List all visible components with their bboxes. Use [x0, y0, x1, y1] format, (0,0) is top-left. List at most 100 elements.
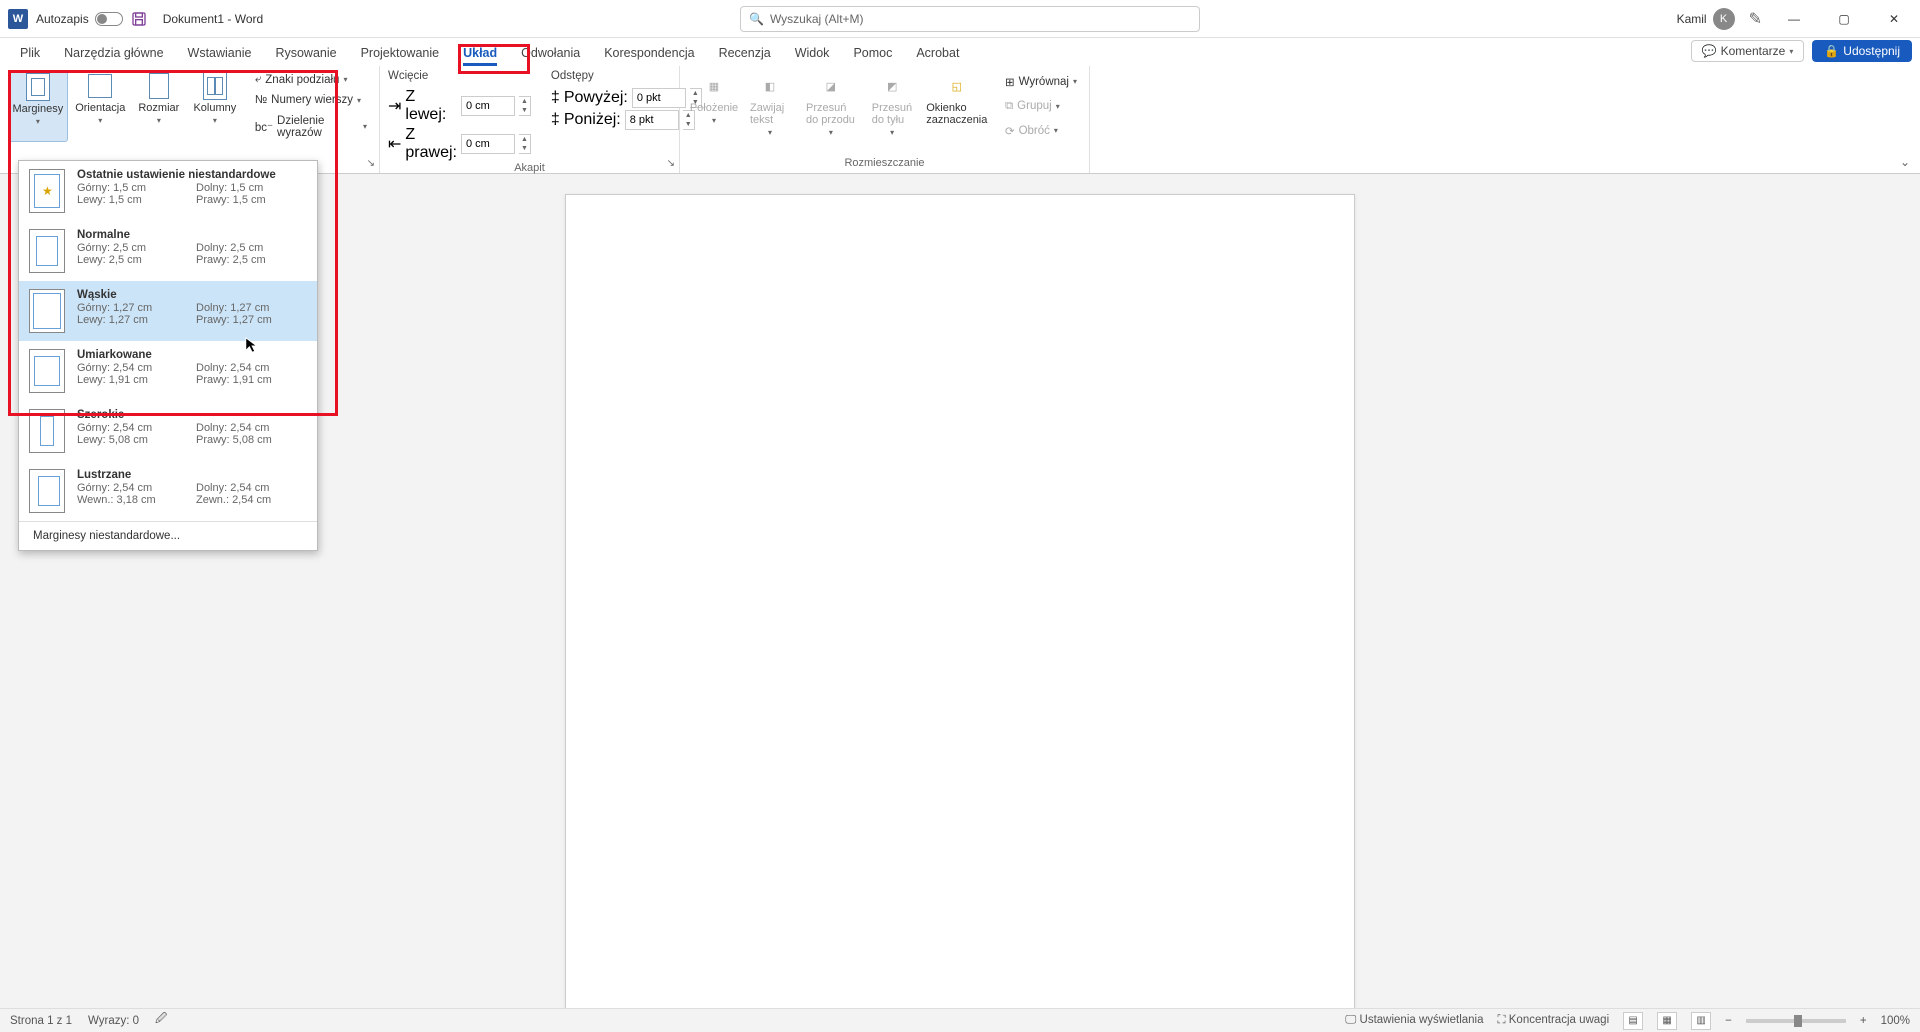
- group-arrange: ▦Położenie▾ ◧Zawijaj tekst▾ ◪Przesuń do …: [680, 66, 1090, 173]
- indent-right[interactable]: ⇤ Z prawej: ▲▼: [388, 126, 531, 162]
- zoom-slider[interactable]: [1746, 1019, 1846, 1023]
- save-icon[interactable]: [131, 11, 147, 27]
- autosave-label: Autozapis: [36, 12, 89, 26]
- margin-preset-icon: ★: [29, 169, 65, 213]
- rotate-button: ⟳ Obróć▾: [1001, 123, 1081, 139]
- group-icon: ⧉: [1005, 100, 1013, 113]
- margins-option-0[interactable]: ★Ostatnie ustawienie niestandardoweGórny…: [19, 161, 317, 221]
- custom-margins-option[interactable]: Marginesy niestandardowe...: [19, 521, 317, 550]
- tab-view[interactable]: Widok: [783, 42, 842, 66]
- breaks-button[interactable]: ⤶ Znaki podziału ▾: [251, 72, 371, 87]
- view-web-button[interactable]: ▥: [1691, 1012, 1711, 1030]
- tab-review[interactable]: Recenzja: [707, 42, 783, 66]
- spacing-before-icon: ‡: [551, 89, 560, 107]
- margins-option-3[interactable]: UmiarkowaneGórny: 2,54 cmDolny: 2,54 cmL…: [19, 341, 317, 401]
- margin-preset-title: Umiarkowane: [77, 349, 307, 361]
- ribbon: Marginesy ▾ Orientacja ▾ Rozmiar ▾ Kolum…: [0, 66, 1920, 174]
- indent-left-icon: ⇥: [388, 96, 401, 116]
- hyphenation-icon: bc⁻: [255, 120, 273, 134]
- ribbon-collapse-button[interactable]: ⌄: [1900, 155, 1910, 169]
- search-placeholder: Wyszukaj (Alt+M): [770, 12, 864, 26]
- document-title: Dokument1 - Word: [163, 12, 263, 26]
- tab-draw[interactable]: Rysowanie: [263, 42, 348, 66]
- tab-layout[interactable]: Układ: [451, 42, 509, 66]
- status-words[interactable]: Wyrazy: 0: [88, 1015, 139, 1027]
- selection-pane-button[interactable]: ◱Okienko zaznaczenia: [923, 70, 991, 142]
- margin-preset-icon: [29, 349, 65, 393]
- indent-left-input[interactable]: [461, 96, 515, 116]
- align-button[interactable]: ⊞ Wyrównaj▾: [1001, 74, 1081, 90]
- tab-references[interactable]: Odwołania: [509, 42, 592, 66]
- margins-option-1[interactable]: NormalneGórny: 2,5 cmDolny: 2,5 cmLewy: …: [19, 221, 317, 281]
- comments-button[interactable]: 💬 Komentarze ▾: [1691, 40, 1805, 62]
- search-box[interactable]: 🔍 Wyszukaj (Alt+M): [740, 6, 1200, 32]
- maximize-button[interactable]: ▢: [1826, 5, 1862, 33]
- chevron-down-icon: ▾: [1789, 47, 1793, 56]
- tab-file[interactable]: Plik: [8, 42, 52, 66]
- margins-button[interactable]: Marginesy ▾: [8, 70, 68, 142]
- group-button: ⧉ Grupuj▾: [1001, 99, 1081, 114]
- autosave-switch[interactable]: [95, 12, 123, 26]
- breaks-icon: ⤶: [255, 73, 261, 86]
- share-icon: 🔒: [1824, 44, 1839, 58]
- display-settings[interactable]: 🖵 Ustawienia wyświetlania: [1345, 1014, 1483, 1027]
- margin-preset-icon: [29, 409, 65, 453]
- tab-help[interactable]: Pomoc: [841, 42, 904, 66]
- indent-left[interactable]: ⇥ Z lewej: ▲▼: [388, 88, 531, 124]
- rotate-icon: ⟳: [1005, 124, 1015, 138]
- bring-forward-button: ◪Przesuń do przodu▾: [800, 70, 862, 142]
- zoom-level[interactable]: 100%: [1881, 1015, 1910, 1027]
- indent-title: Wcięcie: [388, 70, 531, 82]
- close-button[interactable]: ✕: [1876, 5, 1912, 33]
- view-print-button[interactable]: ▦: [1657, 1012, 1677, 1030]
- margins-option-4[interactable]: SzerokieGórny: 2,54 cmDolny: 2,54 cmLewy…: [19, 401, 317, 461]
- margin-preset-title: Lustrzane: [77, 469, 307, 481]
- tab-acrobat[interactable]: Acrobat: [904, 42, 971, 66]
- chevron-down-icon: ▾: [157, 116, 161, 125]
- spacing-after-input[interactable]: [625, 110, 679, 130]
- chevron-down-icon: ▾: [36, 117, 40, 126]
- size-button[interactable]: Rozmiar ▾: [133, 70, 185, 142]
- status-lang-icon[interactable]: 🖉: [155, 1011, 167, 1030]
- zoom-in[interactable]: +: [1860, 1015, 1867, 1027]
- title-bar: W Autozapis Dokument1 - Word 🔍 Wyszukaj …: [0, 0, 1920, 38]
- indent-right-icon: ⇤: [388, 134, 401, 154]
- ribbon-tabs: Plik Narzędzia główne Wstawianie Rysowan…: [0, 38, 1920, 66]
- line-numbers-button[interactable]: № Numery wierszy ▾: [251, 93, 371, 107]
- margins-option-5[interactable]: LustrzaneGórny: 2,54 cmDolny: 2,54 cmWew…: [19, 461, 317, 521]
- spacing-before-input[interactable]: [632, 88, 686, 108]
- tab-mailings[interactable]: Korespondencja: [592, 42, 706, 66]
- share-button[interactable]: 🔒 Udostępnij: [1812, 40, 1912, 62]
- user-account[interactable]: Kamil K: [1677, 8, 1735, 30]
- page-setup-launcher[interactable]: ↘: [367, 158, 375, 169]
- margin-preset-icon: [29, 289, 65, 333]
- focus-mode[interactable]: ⛶ Koncentracja uwagi: [1498, 1014, 1610, 1027]
- margins-dropdown: ★Ostatnie ustawienie niestandardoweGórny…: [18, 160, 318, 551]
- comment-icon: 💬: [1702, 44, 1717, 58]
- margin-preset-title: Ostatnie ustawienie niestandardowe: [77, 169, 307, 181]
- tab-home[interactable]: Narzędzia główne: [52, 42, 175, 66]
- document-page[interactable]: [565, 194, 1355, 1008]
- zoom-out[interactable]: −: [1725, 1015, 1732, 1027]
- spacing-after-icon: ‡: [551, 111, 560, 129]
- columns-button[interactable]: Kolumny ▾: [189, 70, 241, 142]
- chevron-down-icon: ▾: [213, 116, 217, 125]
- line-numbers-icon: №: [255, 94, 267, 106]
- view-read-button[interactable]: ▤: [1623, 1012, 1643, 1030]
- minimize-button[interactable]: —: [1776, 5, 1812, 33]
- ribbon-mode-icon[interactable]: ✎: [1749, 9, 1762, 29]
- status-page[interactable]: Strona 1 z 1: [10, 1015, 72, 1027]
- tab-insert[interactable]: Wstawianie: [176, 42, 264, 66]
- indent-right-input[interactable]: [461, 134, 515, 154]
- paragraph-launcher[interactable]: ↘: [667, 158, 675, 169]
- tab-design[interactable]: Projektowanie: [349, 42, 452, 66]
- hyphenation-button[interactable]: bc⁻ Dzielenie wyrazów ▾: [251, 114, 371, 140]
- user-name: Kamil: [1677, 12, 1707, 26]
- autosave-toggle[interactable]: Autozapis: [36, 12, 123, 26]
- margins-option-2[interactable]: WąskieGórny: 1,27 cmDolny: 1,27 cmLewy: …: [19, 281, 317, 341]
- group-paragraph: Wcięcie ⇥ Z lewej: ▲▼ ⇤ Z prawej: ▲▼ Ods…: [380, 66, 680, 173]
- send-backward-button: ◩Przesuń do tyłu▾: [866, 70, 919, 142]
- wrap-text-button: ◧Zawijaj tekst▾: [744, 70, 796, 142]
- orientation-button[interactable]: Orientacja ▾: [72, 70, 129, 142]
- focus-icon: ⛶: [1498, 1014, 1509, 1026]
